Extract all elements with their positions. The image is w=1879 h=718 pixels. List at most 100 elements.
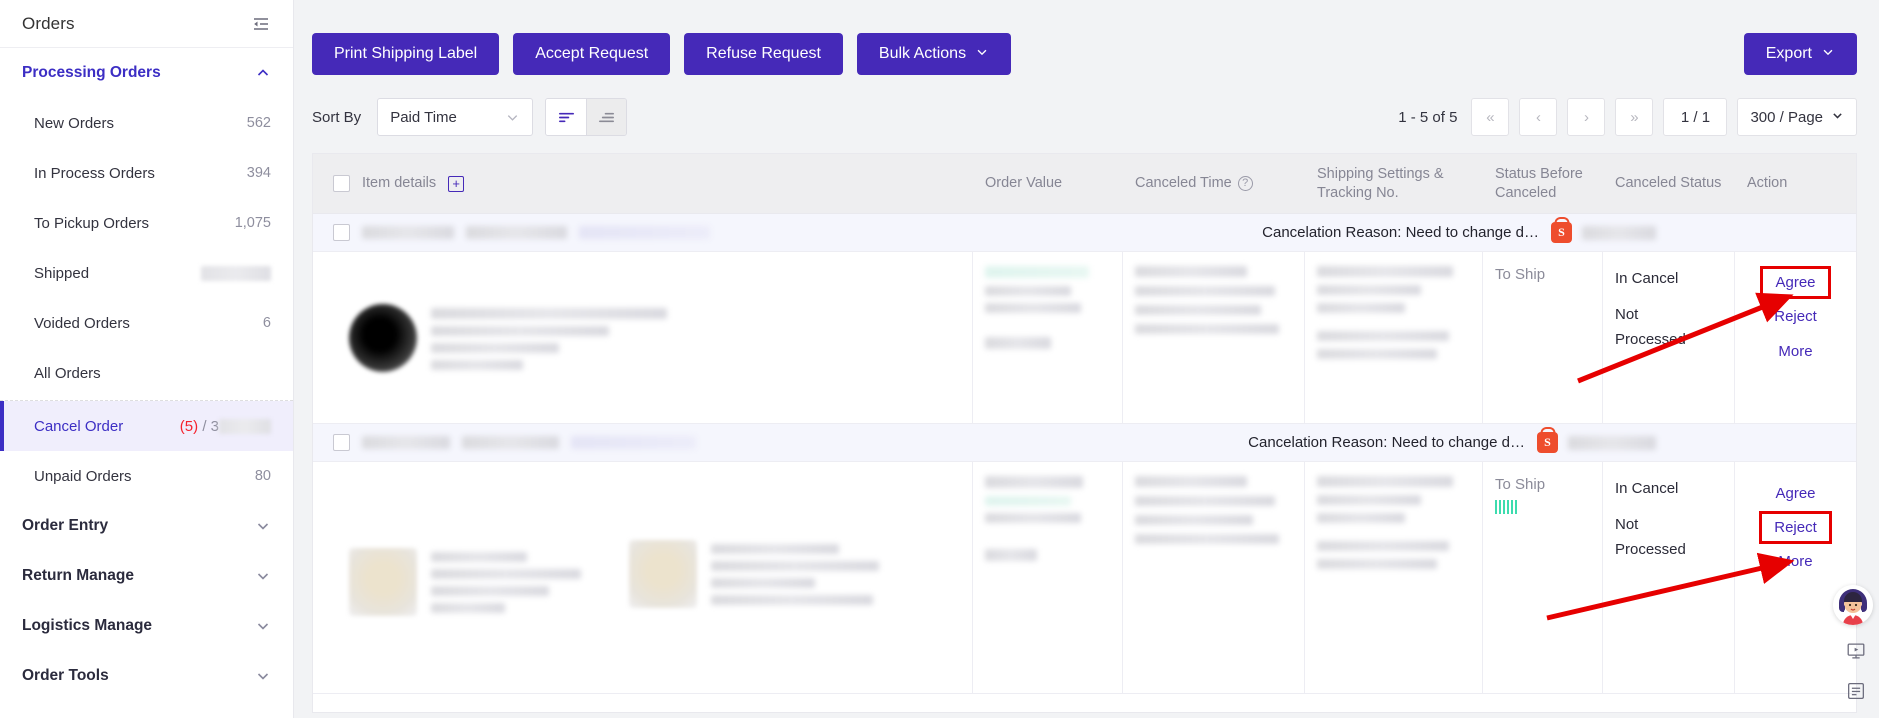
product-info	[313, 536, 581, 620]
column-header-item-details: Item details +	[313, 174, 973, 193]
pagination-first-button[interactable]: «	[1471, 98, 1509, 136]
chevron-down-icon	[975, 45, 989, 64]
sidebar-item-voided-orders[interactable]: Voided Orders 6	[0, 298, 293, 348]
sidebar-group-order-tools[interactable]: Order Tools	[0, 651, 293, 701]
canceled-status-detail: Processed	[1615, 327, 1722, 353]
export-button[interactable]: Export	[1744, 33, 1857, 75]
sidebar-item-count: (5) / 3	[180, 418, 271, 435]
bulk-actions-label: Bulk Actions	[879, 45, 966, 63]
shop-name-redacted	[1582, 226, 1656, 240]
annotation-highlight-box: Reject	[1759, 511, 1832, 544]
refuse-request-button[interactable]: Refuse Request	[684, 33, 843, 75]
sidebar-item-count: 562	[247, 115, 271, 131]
sidebar-item-cancel-order[interactable]: Cancel Order (5) / 3	[0, 401, 293, 451]
shipping-line-redacted	[1317, 285, 1421, 295]
export-label: Export	[1766, 45, 1812, 63]
bulk-actions-button[interactable]: Bulk Actions	[857, 33, 1011, 75]
product-title-redacted	[431, 552, 527, 562]
shipping-settings-cell	[1305, 252, 1483, 423]
column-header-status-before-canceled: Status Before Canceled	[1483, 165, 1603, 203]
sort-by-select[interactable]: Paid Time	[377, 98, 533, 136]
collapse-panel-icon[interactable]	[251, 14, 271, 34]
sidebar-group-order-entry[interactable]: Order Entry	[0, 501, 293, 551]
sidebar-group-processing-orders[interactable]: Processing Orders	[0, 48, 293, 98]
column-header-shipping-settings: Shipping Settings & Tracking No.	[1305, 165, 1483, 203]
marketplace-badge: S	[1551, 222, 1856, 243]
agree-action-link[interactable]: Agree	[1775, 270, 1815, 295]
pagination-last-button[interactable]: »	[1615, 98, 1653, 136]
table-row: To Ship In Cancel Not Processed Agree Re…	[313, 252, 1856, 424]
order-value-redacted	[985, 476, 1083, 488]
annotation-highlight-box: Agree	[1760, 266, 1830, 299]
agree-action-link[interactable]: Agree	[1747, 476, 1844, 511]
action-toolbar: Print Shipping Label Accept Request Refu…	[312, 0, 1857, 75]
pagination-next-button[interactable]: ›	[1567, 98, 1605, 136]
sidebar-group-return-manage[interactable]: Return Manage	[0, 551, 293, 601]
chevron-down-icon	[505, 110, 520, 125]
shop-name-redacted	[1568, 436, 1656, 450]
sidebar-item-shipped[interactable]: Shipped	[0, 248, 293, 298]
order-value-line-redacted	[985, 303, 1081, 313]
sort-ascending-icon[interactable]	[586, 99, 626, 135]
sidebar-item-to-pickup-orders[interactable]: To Pickup Orders 1,075	[0, 198, 293, 248]
sidebar-group-logistics-manage[interactable]: Logistics Manage	[0, 601, 293, 651]
pagination-page-input[interactable]: 1 / 1	[1663, 98, 1727, 136]
video-tutorial-icon[interactable]	[1839, 636, 1873, 666]
chevron-down-icon	[1831, 109, 1844, 126]
sort-by-value: Paid Time	[390, 109, 457, 126]
order-shop-name-redacted	[362, 226, 454, 239]
print-shipping-label-button[interactable]: Print Shipping Label	[312, 33, 499, 75]
reject-action-link[interactable]: Reject	[1747, 299, 1844, 334]
status-before-canceled-value: To Ship	[1495, 266, 1545, 283]
canceled-time-redacted	[1135, 324, 1279, 334]
tracking-no-redacted	[1317, 559, 1437, 569]
sort-descending-icon[interactable]	[546, 99, 586, 135]
order-id-redacted	[466, 226, 568, 239]
tracking-no-redacted	[1317, 331, 1449, 341]
select-all-checkbox[interactable]	[333, 175, 350, 192]
order-value-line-redacted	[985, 513, 1081, 523]
shopee-icon: S	[1551, 222, 1572, 243]
pagination-prev-button[interactable]: ‹	[1519, 98, 1557, 136]
sidebar-item-all-orders[interactable]: All Orders	[0, 348, 293, 398]
more-action-link[interactable]: More	[1747, 334, 1844, 369]
canceled-time-redacted	[1135, 515, 1253, 525]
sort-direction-toggle[interactable]	[545, 98, 627, 136]
product-thumbnail	[349, 304, 417, 372]
expand-columns-icon[interactable]: +	[448, 176, 464, 192]
order-link-redacted	[579, 226, 710, 239]
canceled-time-redacted	[1135, 496, 1275, 506]
canceled-time-cell	[1123, 252, 1305, 423]
chevron-down-icon	[255, 518, 271, 534]
canceled-time-redacted	[1135, 305, 1261, 315]
action-cell: Agree Reject More	[1735, 252, 1856, 423]
row-select-checkbox[interactable]	[333, 224, 350, 241]
column-header-label: Item details	[362, 174, 436, 193]
page-size-select[interactable]: 300 / Page	[1737, 98, 1857, 136]
sidebar-item-new-orders[interactable]: New Orders 562	[0, 98, 293, 148]
order-value-line-redacted	[985, 286, 1071, 296]
shipping-settings-cell	[1305, 462, 1483, 693]
sidebar-item-label: Shipped	[34, 265, 89, 282]
product-info	[593, 532, 879, 624]
row-select-checkbox[interactable]	[333, 434, 350, 451]
feedback-icon[interactable]	[1839, 676, 1873, 706]
reject-action-link[interactable]: Reject	[1774, 515, 1817, 540]
help-icon[interactable]: ?	[1238, 176, 1253, 191]
canceled-status-detail: Not	[1615, 302, 1722, 328]
shipping-line-redacted	[1317, 513, 1405, 523]
product-sku-redacted	[431, 586, 549, 596]
accept-request-button[interactable]: Accept Request	[513, 33, 670, 75]
canceled-status-cell: In Cancel Not Processed	[1603, 252, 1735, 423]
order-value-cell	[973, 462, 1123, 693]
sidebar-item-in-process-orders[interactable]: In Process Orders 394	[0, 148, 293, 198]
shipping-line-redacted	[1317, 303, 1405, 313]
tracking-no-redacted	[1317, 541, 1449, 551]
sidebar-item-unpaid-orders[interactable]: Unpaid Orders 80	[0, 451, 293, 501]
product-variant-redacted	[431, 569, 581, 579]
customer-service-avatar[interactable]	[1833, 585, 1873, 625]
barcode-icon	[1495, 500, 1517, 514]
chevron-down-icon	[255, 668, 271, 684]
more-action-link[interactable]: More	[1747, 544, 1844, 579]
status-before-canceled-cell: To Ship	[1483, 462, 1603, 693]
